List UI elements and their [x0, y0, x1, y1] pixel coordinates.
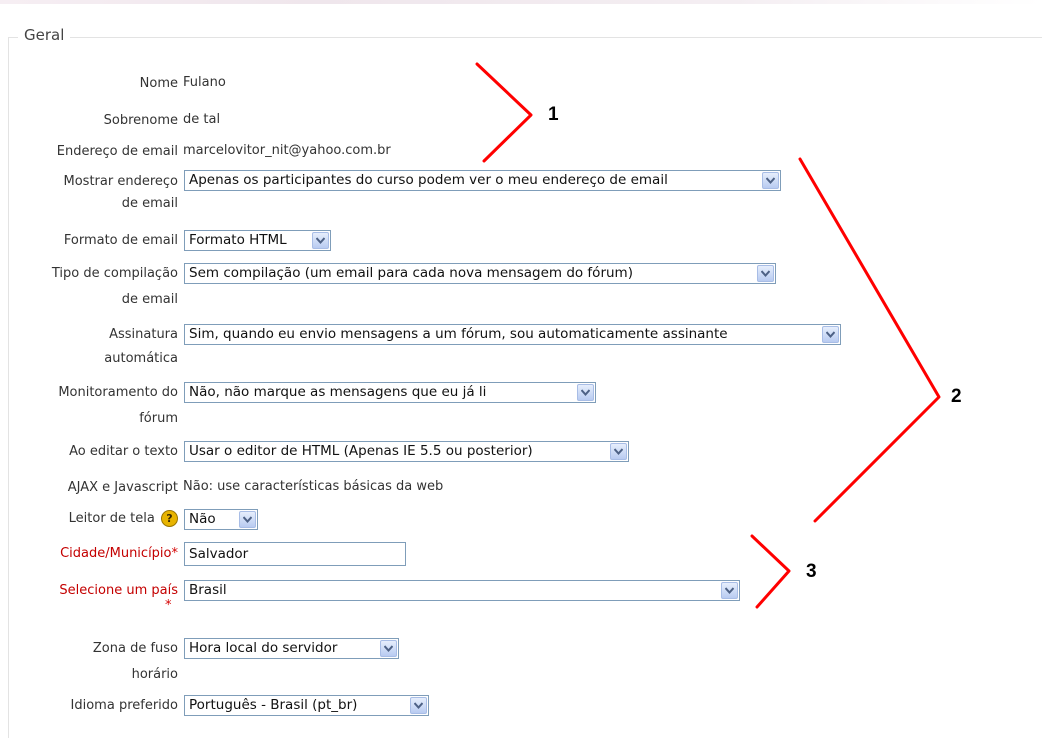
annotation-marker-2: 2: [951, 386, 962, 407]
annotation-marker-1: 1: [548, 104, 559, 125]
annotation-layer: [475, 62, 941, 609]
annotation-marker-3: 3: [806, 561, 817, 582]
annotation-bracket-3: [750, 534, 791, 609]
annotation-bracket-1: [475, 62, 533, 163]
annotation-bracket-2: [798, 157, 941, 523]
